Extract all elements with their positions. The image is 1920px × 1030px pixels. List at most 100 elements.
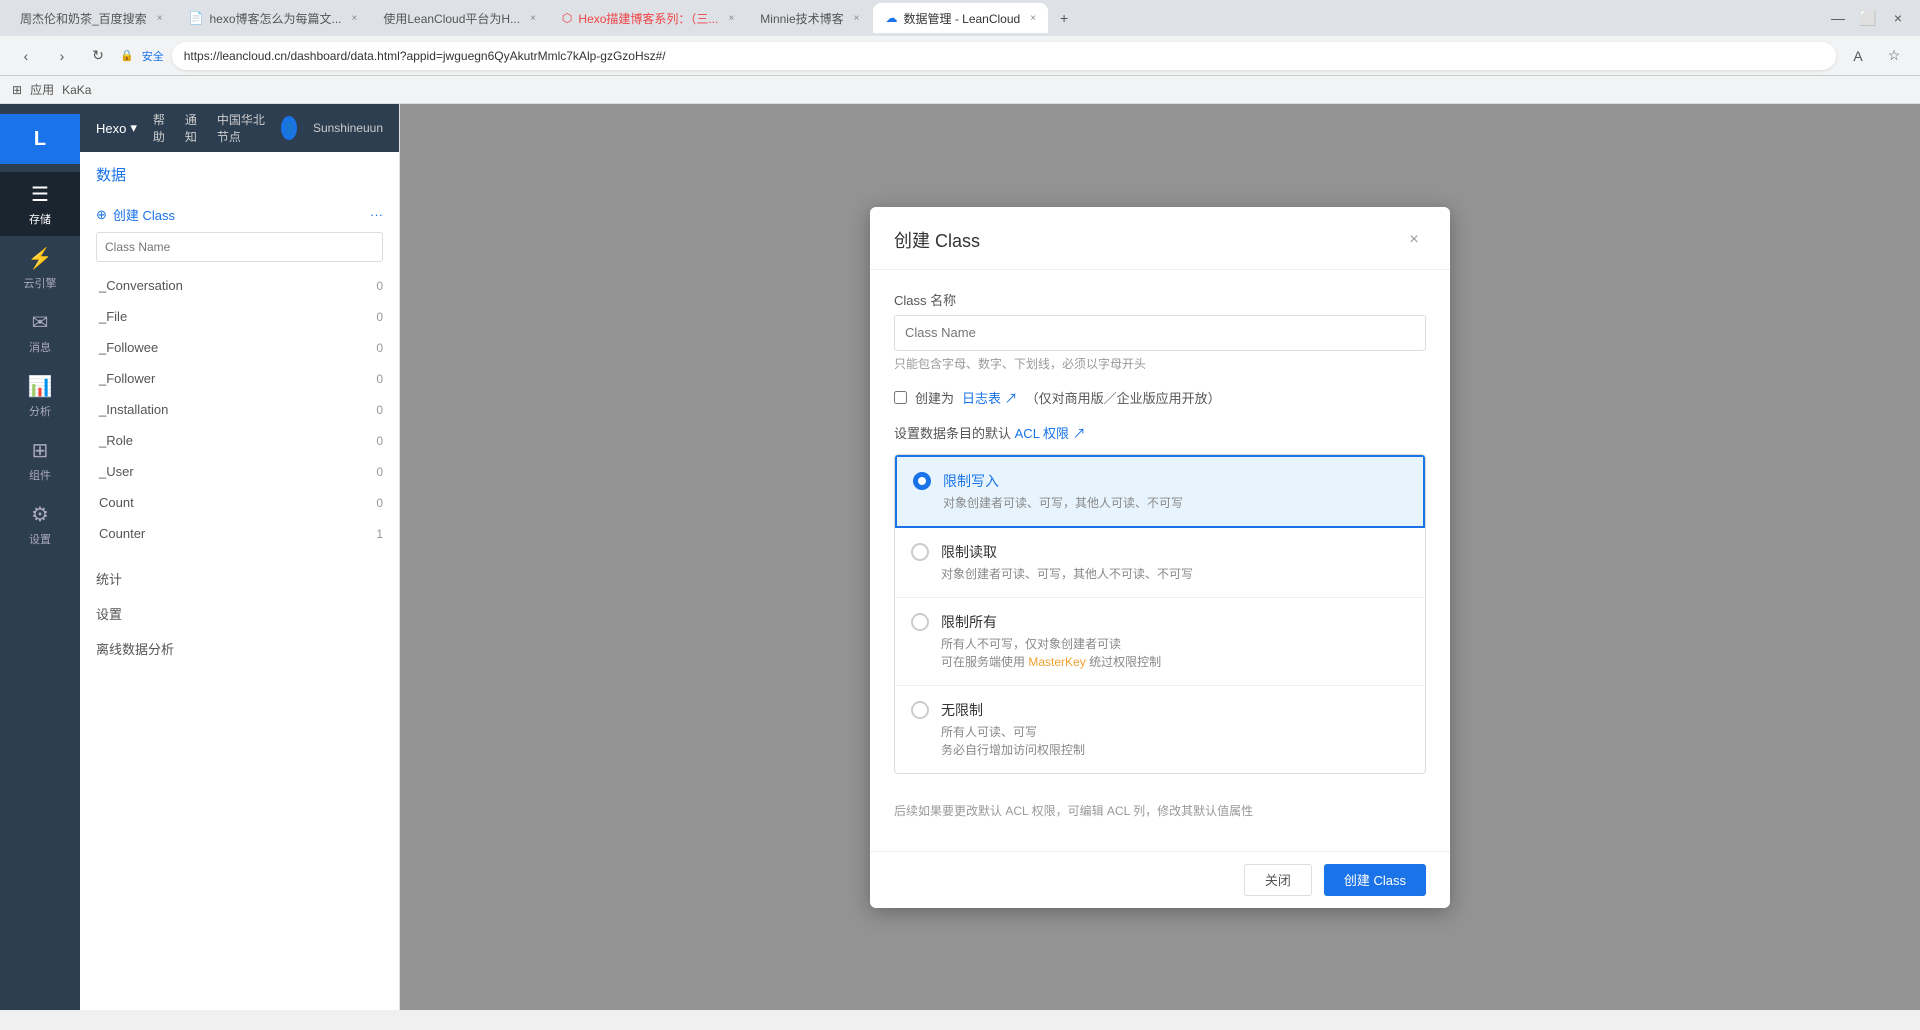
sidebar-item-components[interactable]: ⊞ 组件 [0, 428, 80, 492]
acl-link[interactable]: ACL 权限 ↗ [1015, 426, 1086, 441]
settings-label: 设置 [29, 531, 51, 547]
create-class-label: 创建 Class [113, 205, 175, 224]
modal-body: Class 名称 只能包含字母、数字、下划线，必须以字母开头 创建为 日志表 ↗… [870, 270, 1450, 851]
storage-icon: ☰ [31, 182, 49, 207]
class-name-group: Class 名称 只能包含字母、数字、下划线，必须以字母开头 [894, 290, 1426, 372]
tab-5[interactable]: Minnie技术博客 × [748, 3, 871, 33]
sidebar-header: 数据 [80, 152, 399, 197]
sidebar-item-storage[interactable]: ☰ 存储 [0, 172, 80, 236]
class-item-_installation[interactable]: _Installation0 [80, 394, 399, 425]
region-selector[interactable]: 中国华北节点 [217, 111, 265, 145]
acl-link-icon: ↗ [1073, 426, 1086, 441]
sidebar-settings[interactable]: 设置 [80, 596, 399, 631]
tab-3-close[interactable]: × [530, 13, 536, 24]
new-tab-button[interactable]: + [1050, 4, 1078, 32]
brand-name: Hexo [96, 121, 126, 136]
tab-6-icon: ☁ [885, 11, 897, 25]
dropdown-icon: ▾ [130, 120, 137, 136]
tab-2[interactable]: 📄 hexo博客怎么为每篇文... × [177, 3, 370, 33]
sidebar-section: ⊕ 创建 Class ··· [80, 197, 399, 270]
sidebar-item-analytics[interactable]: 📊 分析 [0, 364, 80, 428]
tab-6[interactable]: ☁ 数据管理 - LeanCloud × [873, 3, 1048, 33]
acl-option-content-2: 限制读取 对象创建者可读、可写，其他人不可读、不可写 [941, 542, 1409, 583]
close-window-button[interactable]: × [1884, 4, 1912, 32]
modal-close-button[interactable]: × [1402, 228, 1426, 252]
class-item-_conversation[interactable]: _Conversation0 [80, 270, 399, 301]
address-input[interactable] [172, 42, 1836, 70]
acl-option-restrict-write[interactable]: 限制写入 对象创建者可读、可写，其他人可读、不可写 [895, 455, 1425, 528]
masterkey-link[interactable]: MasterKey [1028, 655, 1085, 669]
acl-radio-restrict-read [911, 543, 929, 561]
acl-option-restrict-read[interactable]: 限制读取 对象创建者可读、可写，其他人不可读、不可写 [895, 528, 1425, 598]
class-search-input[interactable] [96, 232, 383, 262]
class-item-count: 0 [376, 434, 383, 448]
bookmark-item[interactable]: KaKa [62, 83, 91, 97]
analytics-icon: 📊 [28, 374, 53, 399]
acl-option-content-4: 无限制 所有人可读、可写 务必自行增加访问权限控制 [941, 700, 1409, 759]
tab-3-label: 使用LeanCloud平台为H... [383, 10, 520, 27]
tab-5-close[interactable]: × [854, 13, 860, 24]
acl-option-title-3: 限制所有 [941, 612, 1409, 632]
message-icon: ✉ [32, 310, 49, 335]
submit-button[interactable]: 创建 Class [1324, 864, 1426, 896]
class-item-_followee[interactable]: _Followee 0 [80, 332, 399, 363]
acl-section-label: 设置数据条目的默认 ACL 权限 ↗ [894, 423, 1426, 442]
app: L ☰ 存储 ⚡ 云引擎 ✉ 消息 📊 分析 ⊞ 组件 ⚙ 设置 [0, 104, 1920, 1010]
acl-option-unrestricted[interactable]: 无限制 所有人可读、可写 务必自行增加访问权限控制 [895, 686, 1425, 773]
tab-2-close[interactable]: × [352, 13, 358, 24]
class-item-name: _Installation [99, 402, 168, 417]
log-table-link[interactable]: 日志表 ↗ [962, 388, 1018, 407]
sidebar-title: 数据 [96, 164, 126, 185]
tab-3[interactable]: 使用LeanCloud平台为H... × [371, 3, 548, 33]
tab-4-close[interactable]: × [728, 13, 734, 24]
maximize-button[interactable]: ⬜ [1854, 4, 1882, 32]
sidebar-stats[interactable]: 统计 [80, 561, 399, 596]
user-name[interactable]: Sunshineuun [313, 121, 383, 135]
class-item-_role[interactable]: _Role0 [80, 425, 399, 456]
data-sidebar: Hexo ▾ 帮助 通知 中国华北节点 👤 Sunshineuun 数据 ⊕ 创… [80, 104, 400, 1010]
acl-options: 限制写入 对象创建者可读、可写，其他人可读、不可写 限制读取 对象创建者可读、可… [894, 454, 1426, 774]
bookmark-button[interactable]: ☆ [1880, 42, 1908, 70]
notifications-link[interactable]: 通知 [185, 111, 201, 145]
acl-option-restrict-all[interactable]: 限制所有 所有人不可写，仅对象创建者可读 可在服务端使用 MasterKey 统… [895, 598, 1425, 686]
acl-radio-inner [918, 477, 926, 485]
tab-1[interactable]: 周杰伦和奶茶_百度搜索 × [8, 3, 175, 33]
forward-button[interactable]: › [48, 42, 76, 70]
engine-icon: ⚡ [28, 246, 53, 271]
help-link[interactable]: 帮助 [153, 111, 169, 145]
class-item-count[interactable]: Count0 [80, 487, 399, 518]
top-nav-right: 帮助 通知 中国华北节点 👤 Sunshineuun [153, 111, 383, 145]
top-nav: Hexo ▾ 帮助 通知 中国华北节点 👤 Sunshineuun [80, 104, 399, 152]
class-item-_user[interactable]: _User0 [80, 456, 399, 487]
sidebar-item-message[interactable]: ✉ 消息 [0, 300, 80, 364]
components-icon: ⊞ [32, 438, 49, 463]
translate-button[interactable]: A [1844, 42, 1872, 70]
tab-1-close[interactable]: × [157, 13, 163, 24]
back-button[interactable]: ‹ [12, 42, 40, 70]
tab-6-close[interactable]: × [1030, 13, 1036, 24]
class-item-count: 0 [376, 341, 383, 355]
class-item-name: _Followee [99, 340, 158, 355]
class-name-input[interactable] [894, 315, 1426, 351]
log-table-checkbox[interactable] [894, 391, 907, 404]
class-item-name: _Conversation [99, 278, 183, 293]
tab-4[interactable]: ⬡ Hexo描建博客系列：（三... × [550, 3, 746, 33]
sidebar-offline-analytics[interactable]: 离线数据分析 [80, 631, 399, 666]
refresh-button[interactable]: ↻ [84, 42, 112, 70]
class-item-_file[interactable]: _File0 [80, 301, 399, 332]
minimize-button[interactable]: — [1824, 4, 1852, 32]
class-item-_follower[interactable]: _Follower0 [80, 363, 399, 394]
class-item-counter[interactable]: Counter1 [80, 518, 399, 549]
class-item-count: 0 [376, 496, 383, 510]
hexo-dropdown[interactable]: Hexo ▾ [96, 120, 137, 136]
more-icon[interactable]: ··· [370, 207, 383, 222]
create-class-button[interactable]: ⊕ 创建 Class ··· [96, 205, 383, 224]
acl-option-content-1: 限制写入 对象创建者可读、可写，其他人可读、不可写 [943, 471, 1407, 512]
class-item-name: _File [99, 309, 127, 324]
acl-radio-restrict-all [911, 613, 929, 631]
cancel-button[interactable]: 关闭 [1244, 864, 1312, 896]
sidebar-item-engine[interactable]: ⚡ 云引擎 [0, 236, 80, 300]
sidebar-item-settings[interactable]: ⚙ 设置 [0, 492, 80, 556]
icon-sidebar: L ☰ 存储 ⚡ 云引擎 ✉ 消息 📊 分析 ⊞ 组件 ⚙ 设置 [0, 104, 80, 1010]
class-name-label: Class 名称 [894, 290, 1426, 309]
